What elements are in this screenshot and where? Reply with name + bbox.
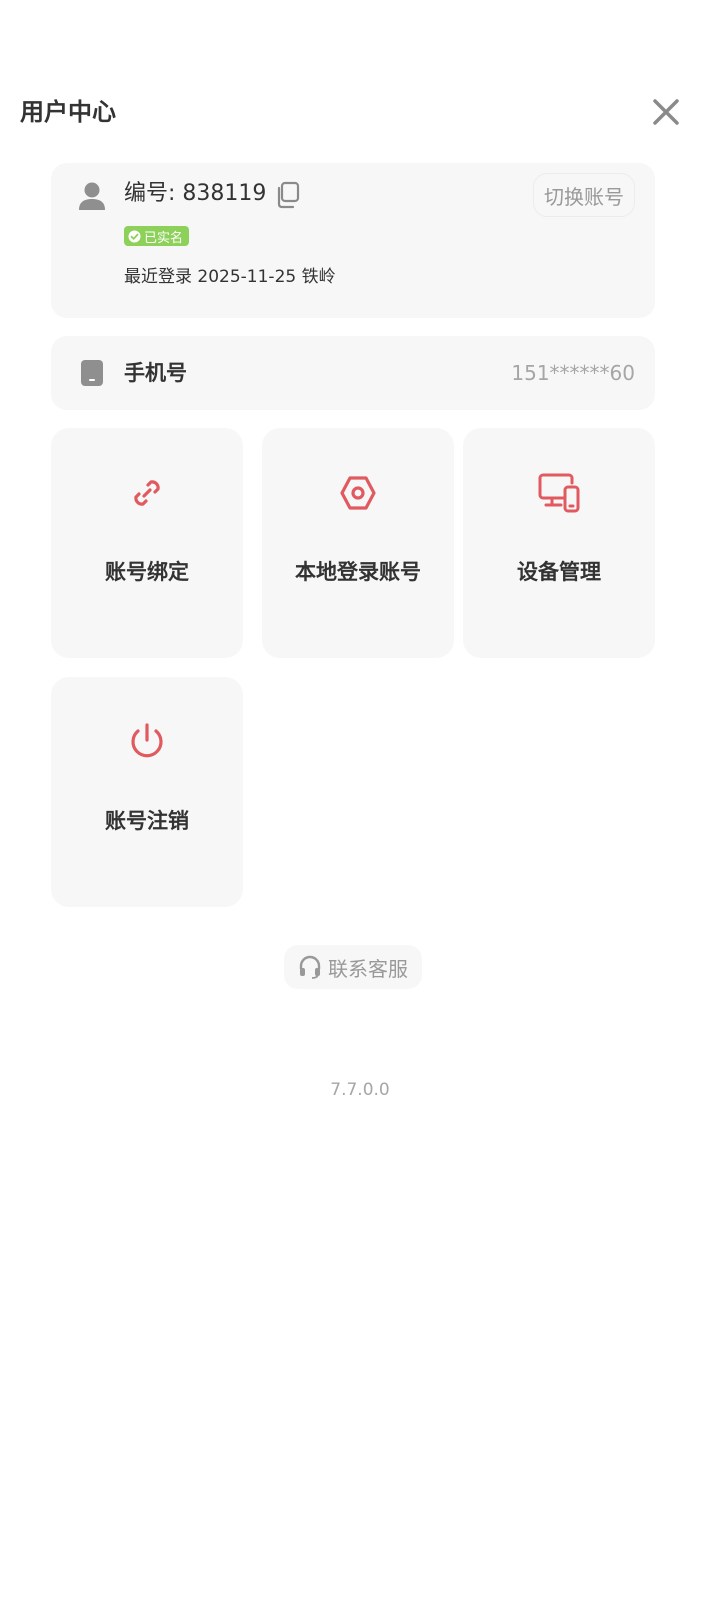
close-button[interactable] (644, 90, 688, 134)
tile-device-management[interactable]: 设备管理 (463, 428, 655, 658)
tile-label: 账号注销 (105, 809, 189, 833)
verified-label: 已实名 (144, 230, 184, 246)
contact-support-button[interactable]: 联系客服 (284, 945, 422, 989)
headset-icon (299, 955, 321, 979)
account-id: 编号: 838119 (124, 177, 266, 211)
account-id-value: 838119 (182, 181, 267, 206)
hex-nut-icon (340, 476, 376, 510)
switch-account-button[interactable]: 切换账号 (533, 173, 635, 217)
tile-label: 账号绑定 (105, 560, 189, 584)
tile-label: 本地登录账号 (295, 560, 421, 584)
last-login-text: 最近登录 2025-11-25 铁岭 (124, 267, 336, 287)
check-circle-icon (128, 230, 141, 242)
app-version: 7.7.0.0 (330, 1080, 390, 1100)
account-card: 编号: 838119 切换账号 已实名 最近登录 2025-11-25 铁岭 (51, 163, 655, 318)
tile-local-login-account[interactable]: 本地登录账号 (262, 428, 454, 658)
phone-icon (81, 360, 103, 386)
copy-icon[interactable] (275, 181, 301, 209)
tile-label: 设备管理 (517, 560, 601, 584)
phone-card[interactable]: 手机号 151******60 (51, 336, 655, 410)
phone-value: 151******60 (511, 361, 635, 385)
user-icon (79, 182, 105, 210)
phone-label: 手机号 (124, 361, 187, 385)
verified-badge: 已实名 (124, 226, 190, 246)
user-center-page: 用户中心 编号: 838119 切换账号 已实名 最近登录 2025-11-25… (0, 0, 720, 1600)
contact-support-label: 联系客服 (328, 956, 408, 981)
power-icon (131, 723, 163, 758)
page-title: 用户中心 (20, 98, 116, 126)
tile-account-cancellation[interactable]: 账号注销 (51, 677, 243, 907)
devices-icon (538, 473, 580, 513)
close-icon (653, 99, 679, 125)
link-icon (134, 480, 160, 506)
account-id-label: 编号: (124, 181, 183, 206)
tile-account-binding[interactable]: 账号绑定 (51, 428, 243, 658)
